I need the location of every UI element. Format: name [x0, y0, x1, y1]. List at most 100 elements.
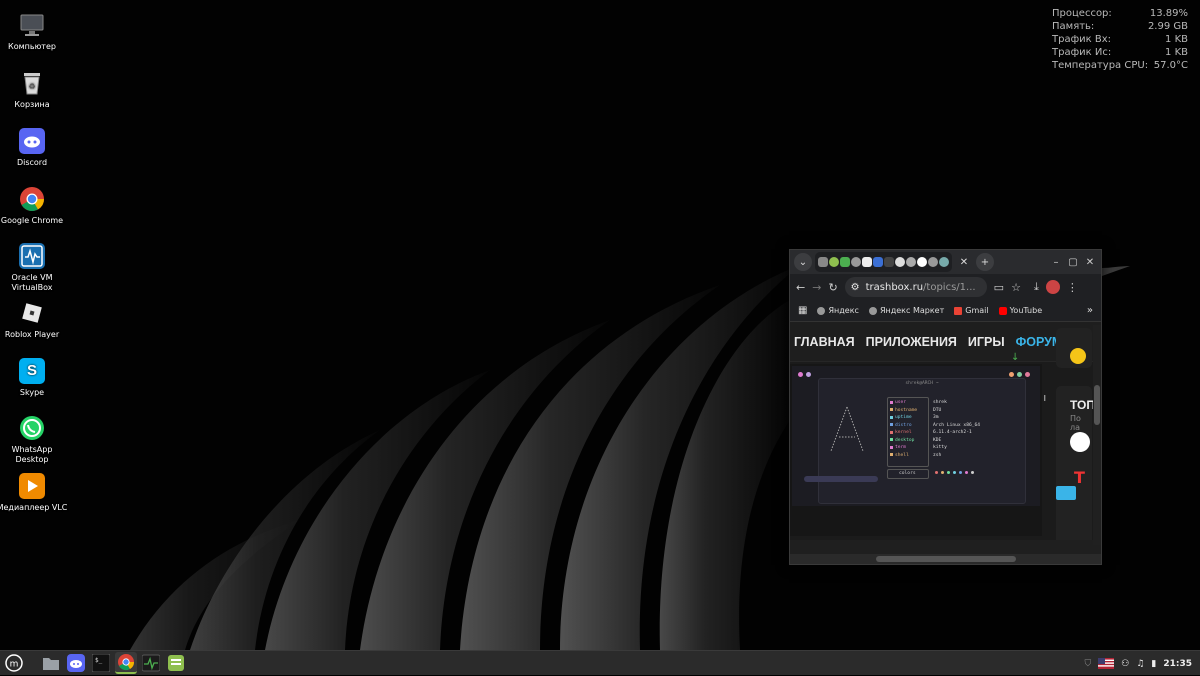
whatsapp-icon: [19, 415, 45, 441]
discord-icon[interactable]: [65, 652, 87, 674]
desktop-icon-label: Медиаплеер VLC: [0, 503, 68, 512]
bookmark-star-icon[interactable]: ☆: [1011, 281, 1021, 294]
terminal-value: kitty: [933, 445, 947, 450]
chat-bubble-icon[interactable]: [1056, 486, 1076, 500]
desktop-icon-vlc[interactable]: Медиаплеер VLC: [0, 473, 68, 513]
arrow-down-icon: ↓: [1011, 352, 1020, 363]
terminal-key: term: [895, 445, 907, 450]
desktop-icon-label: Skype: [19, 388, 45, 397]
tab-favicon[interactable]: [851, 257, 861, 267]
chrome-icon[interactable]: [115, 652, 137, 674]
nav-link-home[interactable]: ГЛАВНАЯ: [794, 335, 855, 349]
tab-favicon[interactable]: [884, 257, 894, 267]
conky-row: Трафик Вх: 1 KB: [1052, 34, 1188, 45]
cast-icon[interactable]: ▭: [994, 281, 1004, 294]
app-logo-icon[interactable]: [1070, 432, 1090, 452]
files-icon[interactable]: [40, 652, 62, 674]
url-host: trashbox.ru: [865, 281, 924, 293]
back-icon[interactable]: ←: [796, 281, 805, 294]
download-icon[interactable]: ⤓: [1034, 280, 1039, 294]
menu-kebab-icon[interactable]: ⋮: [1067, 281, 1078, 294]
sun-icon: [1070, 348, 1086, 364]
scrollbar-thumb[interactable]: [1094, 385, 1100, 425]
nav-link-apps[interactable]: ПРИЛОЖЕНИЯ: [866, 335, 957, 349]
desktop-icon-skype[interactable]: S Skype: [0, 358, 64, 398]
tab-favicon[interactable]: [906, 257, 916, 267]
vlc-icon: [19, 473, 45, 499]
tab-favicon[interactable]: [873, 257, 883, 267]
site-nav: ГЛАВНАЯ ПРИЛОЖЕНИЯ ИГРЫ ФОРУМ: [790, 322, 1101, 362]
desktop-icon-label: Discord: [16, 158, 48, 167]
bookmark-item[interactable]: YouTube: [998, 306, 1042, 315]
close-tab-icon[interactable]: ✕: [955, 253, 973, 271]
tab-favicon[interactable]: [917, 257, 927, 267]
chrome-window[interactable]: ⌄ ✕ + – ▢ ✕ ← → ↻ ⚙ trashbox.ru/topics/1…: [789, 249, 1102, 565]
tab-search-button[interactable]: ⌄: [794, 253, 812, 271]
maximize-icon[interactable]: ▢: [1066, 257, 1080, 268]
system-monitor-icon[interactable]: [140, 652, 162, 674]
bookmark-item[interactable]: Яндекс: [817, 306, 859, 315]
terminal-icon[interactable]: $_: [90, 652, 112, 674]
desktop-icon-discord[interactable]: Discord: [0, 128, 64, 168]
desktop-icon-trash[interactable]: ♻ Корзина: [0, 70, 64, 110]
nav-link-games[interactable]: ИГРЫ: [968, 335, 1005, 349]
desktop-icon-label: WhatsApp Desktop: [11, 445, 53, 464]
desktop-icon-computer[interactable]: Компьютер: [0, 12, 64, 52]
music-note-icon[interactable]: ♫: [1136, 659, 1144, 669]
article-image[interactable]: shrek@ARCH ~ user shrek hostname DTU uptime 3…: [790, 364, 1046, 536]
sidebar-top-card[interactable]: ТОП По ла T: [1056, 386, 1095, 540]
discord-icon: [19, 128, 45, 154]
terminal-row-icon: [890, 430, 893, 434]
trash-icon: ♻: [19, 70, 45, 96]
profile-avatar-icon[interactable]: [1045, 280, 1060, 294]
forward-icon[interactable]: →: [812, 281, 821, 294]
bookmark-item[interactable]: Яндекс Маркет: [868, 306, 944, 315]
desktop-icon-label: Компьютер: [8, 42, 56, 51]
tab-favicon[interactable]: [939, 257, 949, 267]
battery-icon[interactable]: ▮: [1151, 659, 1156, 669]
desktop-icon-chrome[interactable]: Google Chrome: [0, 186, 64, 226]
tab-favicon[interactable]: [840, 257, 850, 267]
us-flag-icon[interactable]: [1098, 658, 1115, 669]
monitor-icon: [19, 12, 45, 38]
tab-favicon[interactable]: [928, 257, 938, 267]
conky-row: Процессор: 13.89%: [1052, 8, 1188, 19]
bookmark-item[interactable]: Gmail: [954, 306, 989, 315]
new-tab-button[interactable]: +: [976, 253, 994, 271]
tab-favicon[interactable]: [818, 257, 828, 267]
hscrollbar-thumb[interactable]: [876, 556, 1016, 562]
shield-icon[interactable]: ⛉: [1084, 659, 1091, 669]
url-path: /topics/1...: [923, 281, 976, 293]
vertical-scrollbar[interactable]: [1093, 325, 1101, 545]
bookmarks-bar: ▦ Яндекс Яндекс Маркет Gmail YouTube »: [790, 300, 1101, 322]
virtualbox-icon: [19, 243, 45, 269]
site-info-icon[interactable]: ⚙: [851, 282, 860, 293]
apps-grid-icon[interactable]: ▦: [798, 305, 807, 316]
horizontal-scrollbar[interactable]: [790, 554, 1101, 564]
desktop-icon-virtualbox[interactable]: Oracle VM VirtualBox: [0, 243, 64, 293]
address-bar: ← → ↻ ⚙ trashbox.ru/topics/1... ▭ ☆ ⤓ ⋮: [790, 274, 1101, 300]
tab-favicon[interactable]: [862, 257, 872, 267]
app-logo-icon[interactable]: T: [1074, 468, 1085, 487]
url-field[interactable]: ⚙ trashbox.ru/topics/1...: [844, 277, 987, 297]
terminal-value: 3m: [933, 415, 939, 420]
svg-text:m: m: [10, 660, 19, 670]
tab-favicon[interactable]: [829, 257, 839, 267]
desktop-icon-roblox[interactable]: Roblox Player: [0, 300, 64, 340]
system-tray: ⛉ ⚇ ♫ ▮ 21:35: [1084, 651, 1192, 676]
close-window-icon[interactable]: ✕: [1083, 257, 1097, 268]
mint-menu-icon[interactable]: m: [3, 652, 25, 674]
reload-icon[interactable]: ↻: [828, 281, 837, 294]
sidebar-card[interactable]: [1056, 328, 1092, 368]
more-bookmarks-icon[interactable]: »: [1087, 305, 1093, 316]
desktop-icon-whatsapp[interactable]: WhatsApp Desktop: [0, 415, 64, 465]
preview-taskbar: [804, 476, 878, 482]
network-icon[interactable]: ⚇: [1121, 659, 1129, 669]
color-dot-icon: [947, 471, 950, 474]
tab-favicon[interactable]: [895, 257, 905, 267]
update-manager-icon[interactable]: [165, 652, 187, 674]
clock[interactable]: 21:35: [1163, 659, 1192, 669]
minimize-icon[interactable]: –: [1049, 257, 1063, 268]
terminal-title: shrek@ARCH ~: [905, 381, 939, 386]
web-page[interactable]: ГЛАВНАЯ ПРИЛОЖЕНИЯ ИГРЫ ФОРУМ ↓ shrek@AR…: [790, 322, 1101, 540]
